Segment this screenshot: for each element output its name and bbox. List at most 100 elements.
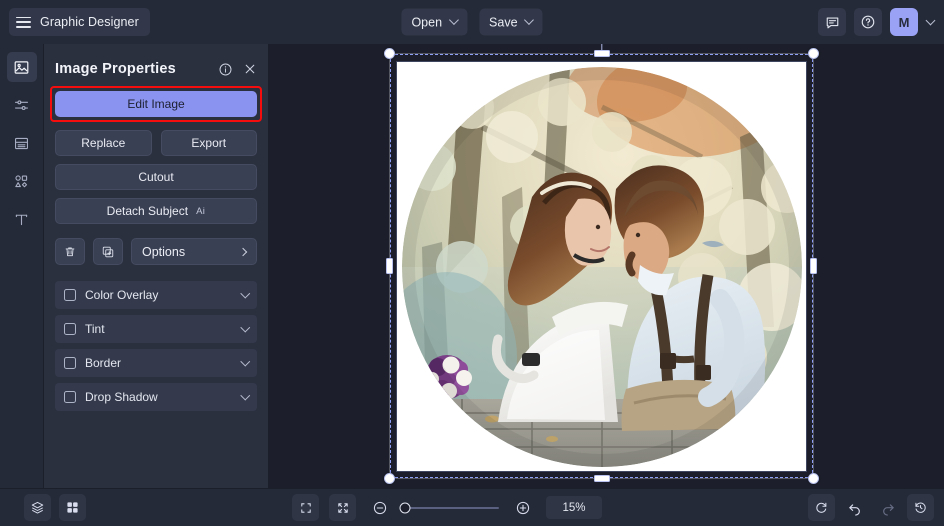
options-label: Options — [142, 245, 185, 259]
panel-header-icons — [218, 62, 257, 77]
save-button[interactable]: Save — [479, 9, 543, 36]
card-layout-icon — [13, 135, 30, 152]
rail-item-layout[interactable] — [7, 128, 37, 158]
workspace: Image Properties — [0, 44, 944, 488]
rail-item-shapes[interactable] — [7, 166, 37, 196]
effect-row-drop-shadow[interactable]: Drop Shadow — [55, 383, 257, 411]
duplicate-button[interactable] — [93, 238, 123, 265]
grid-icon — [65, 500, 80, 515]
resize-handle-bottom[interactable] — [594, 475, 610, 482]
app-menu-button[interactable]: Graphic Designer — [9, 8, 150, 36]
effect-label: Border — [85, 356, 121, 370]
zoom-in-icon — [515, 500, 531, 516]
redo-icon — [880, 500, 896, 516]
bottom-left-tools — [24, 494, 86, 521]
effect-row-tint[interactable]: Tint — [55, 315, 257, 343]
grid-button[interactable] — [59, 494, 86, 521]
user-avatar[interactable]: M — [890, 8, 918, 36]
sliders-icon — [13, 97, 30, 114]
zoom-slider[interactable] — [403, 507, 499, 509]
fullscreen-icon — [299, 501, 313, 515]
open-button[interactable]: Open — [401, 9, 467, 36]
undo-button[interactable] — [841, 494, 868, 521]
comment-button[interactable] — [818, 8, 846, 36]
chevron-down-icon[interactable] — [240, 390, 249, 399]
effect-checkbox[interactable] — [64, 323, 76, 335]
undo-icon — [847, 500, 863, 516]
zoom-level-value[interactable]: 15% — [546, 496, 602, 519]
panel-header: Image Properties — [55, 44, 257, 86]
effect-checkbox[interactable] — [64, 357, 76, 369]
fit-to-screen-icon — [336, 501, 350, 515]
history-button[interactable] — [907, 494, 934, 521]
rail-item-image[interactable] — [7, 52, 37, 82]
options-button[interactable]: Options — [131, 238, 257, 265]
edit-image-highlight-wrapper: Edit Image — [55, 91, 257, 117]
close-x-icon[interactable] — [243, 62, 257, 76]
bottom-bar: 15% — [0, 488, 944, 526]
selection-bounds[interactable] — [390, 54, 813, 478]
rail-item-text[interactable] — [7, 204, 37, 234]
detach-subject-row: Detach Subject Ai — [55, 198, 257, 224]
shapes-icon — [13, 173, 30, 190]
replace-button[interactable]: Replace — [55, 130, 152, 156]
zoom-out-button[interactable] — [366, 494, 393, 521]
open-label: Open — [411, 15, 442, 29]
export-button[interactable]: Export — [161, 130, 258, 156]
chevron-down-icon[interactable] — [240, 288, 249, 297]
chevron-down-icon[interactable] — [240, 322, 249, 331]
top-bar: Graphic Designer Open Save — [0, 0, 944, 44]
info-circle-icon[interactable] — [218, 62, 233, 77]
resize-handle-top-left[interactable] — [384, 48, 395, 59]
resize-handle-top-right[interactable] — [808, 48, 819, 59]
effect-checkbox[interactable] — [64, 391, 76, 403]
resize-handle-left[interactable] — [386, 258, 393, 274]
zoom-in-button[interactable] — [509, 494, 536, 521]
resize-handle-bottom-left[interactable] — [384, 473, 395, 484]
cutout-button[interactable]: Cutout — [55, 164, 257, 190]
detach-subject-button[interactable]: Detach Subject Ai — [55, 198, 257, 224]
object-tools-row: Options — [55, 238, 257, 265]
cutout-row: Cutout — [55, 164, 257, 190]
trash-icon — [63, 245, 77, 259]
redo-button[interactable] — [874, 494, 901, 521]
layers-icon — [30, 500, 45, 515]
app-title: Graphic Designer — [40, 15, 139, 29]
help-button[interactable] — [854, 8, 882, 36]
rail-item-adjust[interactable] — [7, 90, 37, 120]
image-object[interactable] — [402, 67, 802, 467]
effect-row-border[interactable]: Border — [55, 349, 257, 377]
zoom-slider-knob[interactable] — [400, 502, 411, 513]
delete-button[interactable] — [55, 238, 85, 265]
effects-list: Color Overlay Tint Border Drop Shadow — [55, 281, 257, 411]
save-label: Save — [489, 15, 518, 29]
resize-handle-right[interactable] — [810, 258, 817, 274]
tool-rail — [0, 44, 44, 488]
chevron-right-icon — [239, 247, 247, 255]
effect-label: Color Overlay — [85, 288, 158, 302]
canvas-area[interactable] — [269, 44, 944, 488]
chevron-down-icon — [524, 15, 534, 25]
fullscreen-button[interactable] — [292, 494, 319, 521]
layers-button[interactable] — [24, 494, 51, 521]
chevron-down-icon[interactable] — [926, 15, 936, 25]
artboard[interactable] — [396, 61, 807, 472]
fit-to-screen-button[interactable] — [329, 494, 356, 521]
reset-rotate-icon — [814, 500, 829, 515]
effect-row-color-overlay[interactable]: Color Overlay — [55, 281, 257, 309]
resize-handle-bottom-right[interactable] — [808, 473, 819, 484]
chevron-down-icon[interactable] — [240, 356, 249, 365]
duplicate-icon — [101, 245, 115, 259]
reset-button[interactable] — [808, 494, 835, 521]
effect-checkbox[interactable] — [64, 289, 76, 301]
text-t-icon — [13, 211, 30, 228]
zoom-controls: 15% — [292, 494, 602, 521]
edit-image-button[interactable]: Edit Image — [55, 91, 257, 117]
history-clock-icon — [913, 500, 928, 515]
chevron-down-icon — [449, 15, 459, 25]
history-controls — [808, 494, 934, 521]
image-icon — [13, 59, 30, 76]
top-right-actions: M — [818, 8, 934, 36]
page-title: Image Properties — [55, 61, 176, 77]
resize-handle-top[interactable] — [594, 50, 610, 57]
